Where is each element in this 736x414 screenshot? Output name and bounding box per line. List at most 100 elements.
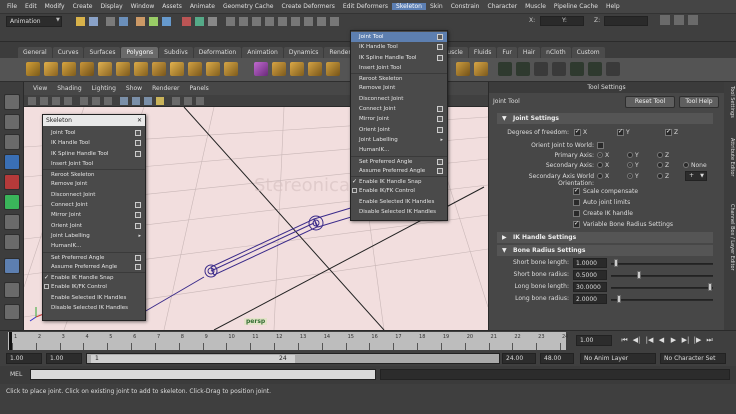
checker-icon[interactable] <box>534 62 548 76</box>
move-tool-icon[interactable] <box>4 154 20 170</box>
dropdown-menu-item[interactable]: HumanIK... <box>351 145 447 155</box>
dropdown-menu-item[interactable]: Orient Joint <box>351 125 447 135</box>
slider-knob[interactable] <box>614 259 618 267</box>
bone-radius-frame[interactable]: ▼ Bone Radius Settings <box>497 245 713 256</box>
poly-helix-icon[interactable] <box>188 62 202 76</box>
extrude-icon[interactable] <box>456 62 470 76</box>
tab-attribute-editor[interactable]: Attribute Editor <box>725 138 735 196</box>
menu-set-selector[interactable]: Animation <box>6 16 62 27</box>
shelf-tab-curves[interactable]: Curves <box>52 47 84 58</box>
playback-end-field[interactable]: 24.00 <box>502 353 536 364</box>
snap-grid-icon[interactable] <box>136 17 145 26</box>
dropdown-menu-item[interactable]: Connect Joint <box>351 104 447 114</box>
construction-icon[interactable] <box>265 17 274 26</box>
dropdown-menu-item[interactable]: Disconnect Joint <box>351 94 447 104</box>
option-box-icon[interactable] <box>135 202 141 209</box>
checker-2-icon[interactable] <box>552 62 566 76</box>
tearoff-menu-item[interactable]: Enable IK Handle Snap ✓ <box>43 272 145 282</box>
camera-select-icon[interactable] <box>28 97 36 105</box>
shadows-icon[interactable] <box>172 97 180 105</box>
film-icon[interactable] <box>317 17 326 26</box>
camera-icon[interactable] <box>304 17 313 26</box>
joint-option-checkbox[interactable] <box>573 220 580 228</box>
transform-icon[interactable] <box>226 17 235 26</box>
tool-settings-icon[interactable] <box>674 15 684 25</box>
range-slider[interactable]: 1 24 <box>86 353 500 364</box>
poly-pipe-icon[interactable] <box>170 62 184 76</box>
step-forward-key-icon[interactable]: ▶| <box>681 336 690 345</box>
panel-menu-panels[interactable]: Panels <box>184 85 213 92</box>
option-box-icon[interactable] <box>437 34 443 40</box>
shelf-tab-polygons[interactable]: Polygons <box>121 47 159 58</box>
bone-field-slider[interactable] <box>611 263 713 265</box>
go-to-end-icon[interactable]: ⏭ <box>705 336 714 345</box>
option-box-icon[interactable] <box>135 140 141 147</box>
uv-icon[interactable] <box>498 62 512 76</box>
shelf-tab-ncloth[interactable]: nCloth <box>541 47 571 58</box>
tearoff-menu-item[interactable]: Set Preferred Angle <box>43 251 145 262</box>
option-box-icon[interactable] <box>135 150 141 157</box>
shelf-tab-fluids[interactable]: Fluids <box>468 47 497 58</box>
sec-world-z-radio[interactable] <box>657 173 663 179</box>
history-icon[interactable] <box>252 17 261 26</box>
uv-layout-icon[interactable] <box>516 62 530 76</box>
end-time-field[interactable]: 48.00 <box>540 353 574 364</box>
select-tool-icon[interactable] <box>4 94 20 110</box>
option-box-icon[interactable] <box>437 126 443 133</box>
slider-knob[interactable] <box>617 295 621 303</box>
option-box-icon[interactable] <box>437 44 443 51</box>
poly-sphere-icon[interactable] <box>26 62 40 76</box>
step-back-icon[interactable]: ◀| <box>632 336 641 345</box>
bone-field-input[interactable]: 2.0000 <box>573 294 607 304</box>
menu-skin[interactable]: Skin <box>426 3 447 10</box>
uv-unfold-icon[interactable] <box>588 62 602 76</box>
menu-edit[interactable]: Edit <box>21 3 41 10</box>
joint-settings-frame[interactable]: ▼ Joint Settings <box>497 113 713 124</box>
select-mode-icon[interactable] <box>106 17 115 26</box>
film-gate-icon[interactable] <box>92 97 100 105</box>
option-box-icon[interactable] <box>135 263 141 270</box>
start-time-field[interactable]: 1.00 <box>6 353 42 364</box>
bone-field-slider[interactable] <box>611 299 713 301</box>
tearoff-menu-item[interactable]: IK Handle Tool <box>43 138 145 148</box>
tearoff-menu-item[interactable]: Disable Selected IK Handles <box>43 303 145 313</box>
option-box-icon[interactable] <box>437 54 443 61</box>
shelf-tab-hair[interactable]: Hair <box>517 47 541 58</box>
shelf-tab-subdivs[interactable]: Subdivs <box>159 47 193 58</box>
light-icon[interactable] <box>330 17 339 26</box>
slider-knob[interactable] <box>637 271 641 279</box>
bool-icon[interactable] <box>326 62 340 76</box>
shelf-tab-general[interactable]: General <box>18 47 52 58</box>
menu-create-deformers[interactable]: Create Deformers <box>277 3 338 10</box>
menu-muscle[interactable]: Muscle <box>521 3 550 10</box>
command-input[interactable] <box>30 369 376 380</box>
xray-icon[interactable] <box>184 97 192 105</box>
menu-animate[interactable]: Animate <box>186 3 219 10</box>
menu-display[interactable]: Display <box>97 3 127 10</box>
sec-world-y-radio[interactable] <box>627 173 633 179</box>
bone-field-slider[interactable] <box>611 275 713 277</box>
dropdown-menu-item[interactable]: Assume Preferred Angle <box>351 166 447 176</box>
menu-assets[interactable]: Assets <box>158 3 186 10</box>
playback-start-field[interactable]: 1.00 <box>46 353 82 364</box>
camera-attr-icon[interactable] <box>40 97 48 105</box>
play-back-icon[interactable]: ◀ <box>657 336 666 345</box>
primary-axis-x-radio[interactable] <box>597 152 603 158</box>
slider-knob[interactable] <box>708 283 712 291</box>
universal-manip-icon[interactable] <box>4 214 20 230</box>
dropdown-menu-item[interactable]: Insert Joint Tool <box>351 63 447 73</box>
dropdown-menu-item[interactable]: Joint Tool <box>351 32 447 43</box>
dropdown-menu-item[interactable]: Joint Labelling ▸ <box>351 135 447 145</box>
option-box-icon[interactable] <box>437 167 443 174</box>
textured-icon[interactable] <box>144 97 152 105</box>
poly-torus-icon[interactable] <box>116 62 130 76</box>
option-box-icon[interactable] <box>437 158 443 165</box>
joint-tool-icon[interactable] <box>4 258 20 274</box>
soft-mod-icon[interactable] <box>4 234 20 250</box>
menu-file[interactable]: File <box>3 3 21 10</box>
menu-geometry-cache[interactable]: Geometry Cache <box>219 3 277 10</box>
poly-cylinder-icon[interactable] <box>62 62 76 76</box>
current-frame-field[interactable]: 1.00 <box>576 335 612 346</box>
orient-world-checkbox[interactable] <box>597 142 604 149</box>
anim-layer-dropdown[interactable]: No Anim Layer <box>580 353 656 364</box>
